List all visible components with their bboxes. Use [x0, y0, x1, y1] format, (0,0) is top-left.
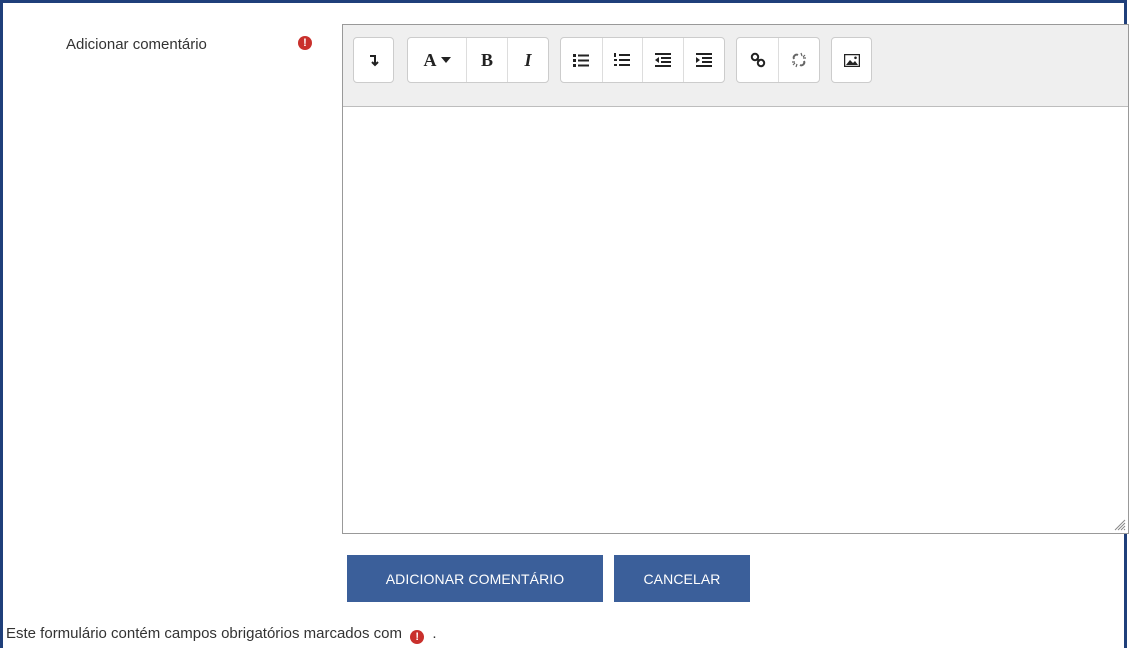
italic-button[interactable]: I: [508, 38, 548, 82]
indent-button[interactable]: [684, 38, 725, 82]
unordered-list-button[interactable]: [561, 38, 603, 82]
toolbar-group-media: [831, 37, 872, 83]
ordered-list-icon: [614, 53, 631, 66]
outdent-icon: [654, 53, 671, 67]
link-button[interactable]: [737, 38, 779, 82]
ordered-list-button[interactable]: [603, 38, 643, 82]
editor-content-area[interactable]: [343, 106, 1128, 533]
field-label: Adicionar comentário: [66, 36, 207, 53]
unordered-list-icon: [573, 54, 590, 67]
bold-button[interactable]: B: [467, 38, 508, 82]
required-fields-note: Este formulário contém campos obrigatóri…: [6, 625, 437, 644]
footer-text: Este formulário contém campos obrigatóri…: [6, 625, 402, 642]
chevron-down-icon: [440, 57, 451, 63]
footer-period: .: [432, 625, 437, 642]
toolbar-group-lists: [560, 37, 725, 83]
link-icon: [750, 52, 765, 68]
indent-icon: [695, 53, 712, 67]
required-icon: !: [410, 630, 425, 644]
bold-icon: B: [480, 49, 493, 70]
font-style-dropdown-icon: A: [423, 49, 437, 70]
collapse-toolbar-icon: [369, 55, 379, 67]
add-comment-button[interactable]: ADICIONAR COMENTÁRIO: [347, 555, 603, 602]
editor-toolbar: A B I: [343, 25, 1128, 107]
cancel-button[interactable]: CANCELAR: [614, 555, 750, 602]
toolbar-group-links: [736, 37, 820, 83]
insert-image-button[interactable]: [832, 38, 871, 82]
italic-icon: I: [524, 49, 532, 70]
rich-text-editor: A B I: [342, 24, 1129, 534]
required-icon: !: [298, 36, 312, 50]
image-icon: [843, 53, 860, 67]
toolbar-group-collapse: [353, 37, 394, 83]
resize-handle-icon[interactable]: [1112, 517, 1126, 531]
font-style-button[interactable]: A: [408, 38, 467, 82]
unlink-icon: [792, 52, 806, 68]
outdent-button[interactable]: [643, 38, 684, 82]
collapse-toolbar-button[interactable]: [354, 38, 393, 82]
unlink-button[interactable]: [779, 38, 819, 82]
toolbar-group-style: A B I: [407, 37, 549, 83]
